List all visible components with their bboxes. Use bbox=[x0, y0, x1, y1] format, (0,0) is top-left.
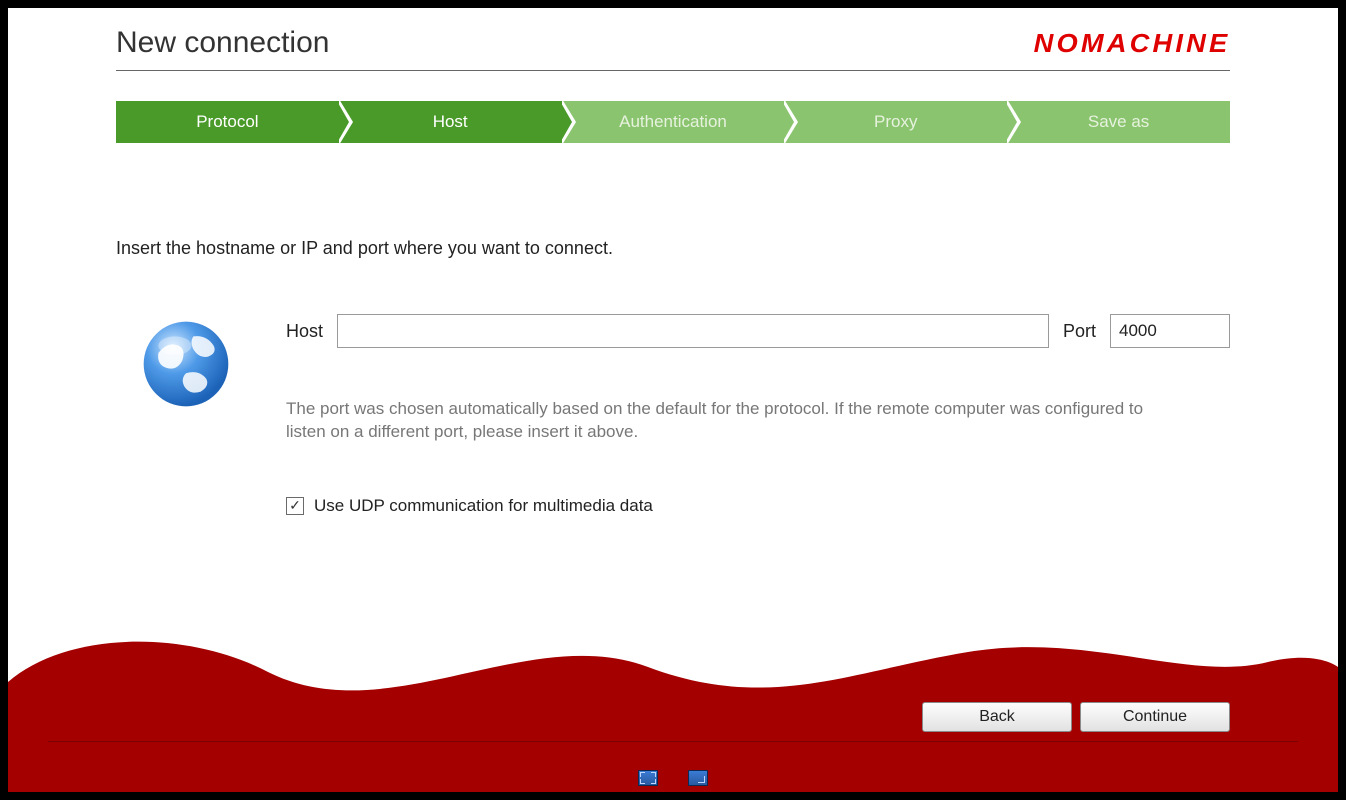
step-label: Protocol bbox=[196, 112, 258, 132]
udp-checkbox-row[interactable]: ✓ Use UDP communication for multimedia d… bbox=[286, 496, 1230, 516]
wizard-stepbar: Protocol Host Authentication Proxy Save … bbox=[116, 101, 1230, 143]
globe-icon bbox=[116, 314, 256, 410]
page-title: New connection bbox=[116, 26, 329, 60]
button-bar-separator bbox=[48, 741, 1298, 742]
form-area: Host Port The port was chosen automatica… bbox=[116, 314, 1230, 516]
udp-checkbox-label: Use UDP communication for multimedia dat… bbox=[314, 496, 653, 516]
instruction-text: Insert the hostname or IP and port where… bbox=[116, 238, 1230, 259]
fullscreen-icon[interactable] bbox=[638, 770, 658, 786]
back-button[interactable]: Back bbox=[922, 702, 1072, 732]
host-port-row: Host Port bbox=[286, 314, 1230, 348]
step-host[interactable]: Host bbox=[339, 101, 562, 143]
brand-logo: NOMACHINE bbox=[1033, 28, 1230, 59]
step-save-as: Save as bbox=[1007, 101, 1230, 143]
port-input[interactable] bbox=[1110, 314, 1230, 348]
wizard-window: New connection NOMACHINE Protocol Host A… bbox=[8, 8, 1338, 792]
step-proxy: Proxy bbox=[784, 101, 1007, 143]
step-protocol[interactable]: Protocol bbox=[116, 101, 339, 143]
step-label: Proxy bbox=[874, 112, 917, 132]
host-input[interactable] bbox=[337, 314, 1049, 348]
step-authentication: Authentication bbox=[562, 101, 785, 143]
udp-checkbox[interactable]: ✓ bbox=[286, 497, 304, 515]
host-label: Host bbox=[286, 321, 323, 342]
fields-column: Host Port The port was chosen automatica… bbox=[286, 314, 1230, 516]
step-label: Save as bbox=[1088, 112, 1149, 132]
port-label: Port bbox=[1063, 321, 1096, 342]
minimize-window-icon[interactable] bbox=[688, 770, 708, 786]
step-label: Host bbox=[433, 112, 468, 132]
continue-button[interactable]: Continue bbox=[1080, 702, 1230, 732]
step-label: Authentication bbox=[619, 112, 727, 132]
header: New connection NOMACHINE bbox=[116, 26, 1230, 71]
app-frame: New connection NOMACHINE Protocol Host A… bbox=[0, 0, 1346, 800]
button-bar: Back Continue bbox=[922, 702, 1230, 732]
content-area: New connection NOMACHINE Protocol Host A… bbox=[116, 26, 1230, 516]
port-hint-text: The port was chosen automatically based … bbox=[286, 398, 1186, 444]
bottom-tray bbox=[8, 770, 1338, 786]
